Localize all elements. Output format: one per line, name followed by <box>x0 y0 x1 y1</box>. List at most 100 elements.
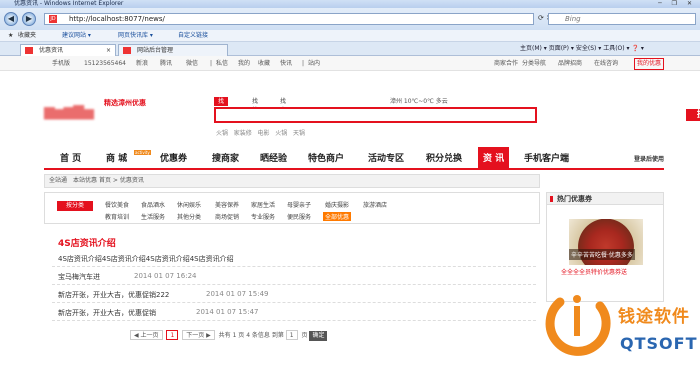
nav-mall[interactable]: 商 城 <box>106 151 127 164</box>
site-search-button[interactable]: 搜 索 <box>686 109 700 121</box>
hot-keyword[interactable]: 电影 <box>258 130 270 137</box>
address-input[interactable]: JD http://localhost:8077/news/ <box>44 13 534 25</box>
divider <box>52 284 536 285</box>
category-item[interactable]: 休闲娱乐 <box>177 200 201 209</box>
breadcrumb-site[interactable]: 全站通 <box>49 175 67 187</box>
nav-home[interactable]: 首 页 <box>60 151 81 164</box>
breadcrumb-path[interactable]: 首页 > 优惠资讯 <box>99 175 144 187</box>
nav-events[interactable]: 活动专区 <box>368 151 404 164</box>
topbar-divider: | <box>302 60 305 67</box>
nav-mobile-client[interactable]: 手机客户端 <box>524 151 569 164</box>
news-row-title[interactable]: 新店开张，开业大吉，优惠促销222 <box>58 290 169 300</box>
fav-item-custom-links[interactable]: 自定义链接 <box>178 30 208 42</box>
hot-keyword[interactable]: 火锅 <box>275 130 287 137</box>
nav-login[interactable]: 登录后使用 <box>634 154 664 163</box>
topbar-wechat[interactable]: 微信 <box>186 56 198 71</box>
pagination: ◀ 上一页 1 下一页 ▶ 共有 1 页 4 条信息 到第 1 页 确定 <box>130 330 328 341</box>
category-item[interactable]: 母婴亲子 <box>287 200 311 209</box>
go-button[interactable]: 确定 <box>309 331 328 341</box>
topbar-brand[interactable]: 品牌招商 <box>558 56 582 71</box>
weather-widget: 漳州 10℃~0℃ 多云 <box>390 98 448 105</box>
category-item[interactable]: 教育培训 <box>105 212 129 221</box>
site-search-input[interactable]: 搜 索 <box>214 107 700 123</box>
article-title[interactable]: 4S店资讯介绍 <box>58 236 116 249</box>
category-item[interactable]: 家居生活 <box>251 200 275 209</box>
cmd-home[interactable]: 主页(M) ▾ <box>520 45 547 52</box>
site-topbar: 手机版 15123565464 新浪 腾讯 微信 | 私信 我的 收藏 快讯 |… <box>0 56 700 71</box>
coupon-image[interactable]: 辛辛苦苦吃餐·优惠多多 <box>569 219 643 265</box>
fav-item-suggested[interactable]: 建议网站 ▾ <box>62 30 91 42</box>
favorites-star-icon[interactable]: ★ <box>8 30 13 42</box>
cmd-help[interactable]: ❓ ▾ <box>631 45 643 52</box>
topbar-mobile-link[interactable]: 手机版 <box>52 56 70 71</box>
nav-coupons[interactable]: 优惠券 <box>160 151 187 164</box>
coupon-caption[interactable]: 全全全全员特价优惠券送 <box>561 267 627 276</box>
topbar-site[interactable]: 站内 <box>308 56 320 71</box>
nav-find-merchants[interactable]: 搜商家 <box>212 151 239 164</box>
topbar-news[interactable]: 快讯 <box>280 56 292 71</box>
hot-keyword[interactable]: 火锅 <box>216 130 228 137</box>
breadcrumb-local[interactable]: 本站优惠 <box>73 175 97 187</box>
cmd-safety[interactable]: 安全(S) ▾ <box>576 45 601 52</box>
ie-tab-news-label: 优惠资讯 <box>39 47 64 54</box>
topbar-cat-nav[interactable]: 分类导航 <box>522 56 546 71</box>
category-item-selected[interactable]: 全部优惠 <box>323 212 352 221</box>
hot-keyword[interactable]: 家装修 <box>234 130 252 137</box>
nav-experience[interactable]: 晒经验 <box>260 151 287 164</box>
category-item[interactable]: 生活服务 <box>141 212 165 221</box>
topbar-tencent[interactable]: 腾讯 <box>160 56 172 71</box>
cmd-page[interactable]: 页面(P) ▾ <box>549 45 574 52</box>
hot-coupons-heading: 热门优惠券 <box>547 193 663 205</box>
bing-search-placeholder: Bing <box>565 15 581 23</box>
category-item[interactable]: 食品酒水 <box>141 200 165 209</box>
address-url: http://localhost:8077/news/ <box>69 15 165 23</box>
category-item[interactable]: 商场促销 <box>215 212 239 221</box>
hot-keyword[interactable]: 天锅 <box>293 130 305 137</box>
category-item[interactable]: 餐饮美食 <box>105 200 129 209</box>
category-item[interactable]: 旅游酒店 <box>363 200 387 209</box>
next-page-button[interactable]: 下一页 ▶ <box>182 330 215 340</box>
ie-tab-admin[interactable]: 网站后台管理 <box>118 44 228 56</box>
nav-featured[interactable]: 特色商户 <box>308 151 344 164</box>
topbar-sina[interactable]: 新浪 <box>136 56 148 71</box>
topbar-my-deals[interactable]: 我的优惠 <box>634 58 665 70</box>
search-tab-coupons[interactable]: 找优惠 <box>248 97 262 123</box>
topbar-consult[interactable]: 在线咨询 <box>594 56 618 71</box>
topbar-merchant[interactable]: 商家合作 <box>494 56 518 71</box>
category-item[interactable]: 美容保养 <box>215 200 239 209</box>
category-item[interactable]: 便民服务 <box>287 212 311 221</box>
fav-item-slices[interactable]: 网页快讯库 ▾ <box>118 30 153 42</box>
breadcrumb: 全站通 本站优惠 首页 > 优惠资讯 <box>44 174 540 188</box>
search-tab-deals[interactable]: 找优惠 <box>214 97 229 123</box>
prev-page-button[interactable]: ◀ 上一页 <box>130 330 163 340</box>
search-tab-merchants[interactable]: 找商家 <box>276 97 290 123</box>
back-button-icon[interactable]: ◀ <box>4 12 18 26</box>
nav-news[interactable]: 资 讯 <box>478 147 510 168</box>
category-item[interactable]: 专业服务 <box>251 212 275 221</box>
site-logo[interactable]: ▆▅▆▇▅ <box>44 104 94 120</box>
topbar-fav[interactable]: 收藏 <box>258 56 270 71</box>
topbar-divider: | <box>210 60 213 67</box>
topbar-pm[interactable]: 私信 <box>216 56 228 71</box>
news-row-title[interactable]: 新店开张，开业大吉，优惠促销 <box>58 308 156 318</box>
favorites-button[interactable]: 收藏夹 <box>18 30 36 42</box>
forward-button-icon[interactable]: ▶ <box>22 12 36 26</box>
main-nav: 首 页 商 城 activity 优惠券 搜商家 晒经验 特色商户 活动专区 积… <box>44 146 664 170</box>
close-tab-icon[interactable]: × <box>106 45 111 56</box>
divider <box>52 266 536 267</box>
news-row-title[interactable]: 宝马梅汽车进 <box>58 272 100 282</box>
ie-tab-admin-label: 网站后台管理 <box>137 47 174 54</box>
divider <box>52 302 536 303</box>
page-jump-input[interactable]: 1 <box>285 330 298 340</box>
logo-tagline: 精选漳州优惠 <box>104 99 146 107</box>
nav-points[interactable]: 积分兑换 <box>426 151 462 164</box>
qtsoft-logo-icon <box>545 295 611 356</box>
topbar-mine[interactable]: 我的 <box>238 56 250 71</box>
cmd-tools[interactable]: 工具(O) ▾ <box>603 45 629 52</box>
current-page[interactable]: 1 <box>166 330 179 340</box>
category-item[interactable]: 婚庆摄影 <box>325 200 349 209</box>
bing-search-input[interactable]: Bing <box>548 13 696 25</box>
ie-tab-news[interactable]: 优惠资讯 × <box>20 44 116 56</box>
category-item[interactable]: 其他分类 <box>177 212 201 221</box>
window-controls[interactable]: ─ ❐ ✕ <box>658 0 696 8</box>
